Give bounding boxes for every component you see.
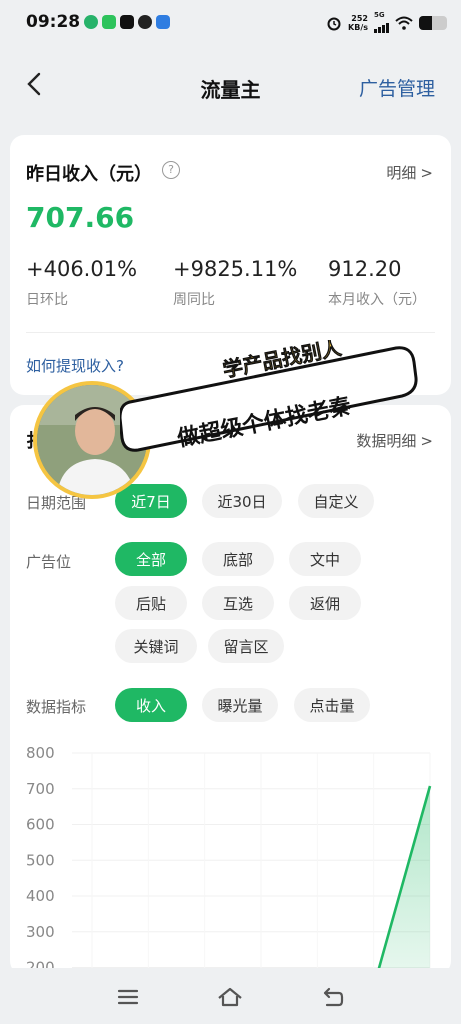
home-button[interactable] — [215, 982, 245, 1012]
chip-slot-mutual[interactable]: 互选 — [202, 586, 274, 620]
promo-banner: 做超级个体找老秦 学产品找别人 — [120, 340, 418, 452]
income-amount: 707.66 — [26, 201, 135, 234]
cell-signal-icon: 5G — [374, 12, 389, 33]
ad-slot-label: 广告位 — [26, 553, 72, 571]
battery-icon — [419, 15, 447, 30]
chip-metric-impressions[interactable]: 曝光量 — [202, 688, 278, 722]
return-icon — [323, 987, 344, 1007]
stat-week-over-week: +9825.11% 周同比 — [173, 257, 298, 308]
ad-management-link[interactable]: 广告管理 — [359, 74, 435, 101]
alarm-icon — [327, 17, 341, 30]
y-tick-label: 400 — [26, 887, 55, 905]
chip-date-7d[interactable]: 近7日 — [115, 484, 187, 518]
qq-icon — [138, 15, 152, 29]
tiktok-icon — [120, 15, 134, 29]
status-right: 252 KB/s 5G — [326, 12, 447, 33]
notification-icons — [84, 15, 170, 29]
withdraw-help-link[interactable]: 如何提现收入? — [26, 355, 124, 376]
chip-metric-income[interactable]: 收入 — [115, 688, 187, 722]
status-time: 09:28 — [26, 12, 81, 32]
chevron-right-icon: > — [420, 164, 433, 182]
net-speed: 252 KB/s — [348, 13, 368, 32]
y-tick-label: 800 — [26, 744, 55, 762]
help-icon[interactable]: ? — [162, 161, 180, 179]
menu-button[interactable] — [113, 982, 143, 1012]
metric-label: 数据指标 — [26, 698, 87, 716]
nav-bar: 流量主 广告管理 — [0, 58, 461, 112]
income-detail-link[interactable]: 明细 > — [386, 162, 433, 183]
wifi-icon — [395, 16, 413, 30]
y-tick-label: 700 — [26, 780, 55, 798]
chip-slot-inline[interactable]: 文中 — [289, 542, 361, 576]
divider — [26, 332, 435, 333]
system-nav-bar — [0, 968, 461, 1024]
stat-month-income: 912.20 本月收入（元） — [328, 257, 426, 308]
chip-date-custom[interactable]: 自定义 — [298, 484, 374, 518]
income-title: 昨日收入（元） — [26, 164, 152, 185]
status-bar: 09:28 252 KB/s 5G — [0, 0, 461, 48]
back-nav-button[interactable] — [318, 982, 348, 1012]
wechat-icon — [102, 15, 116, 29]
home-icon — [218, 987, 242, 1007]
wechat-work-icon — [84, 15, 98, 29]
chip-slot-comments[interactable]: 留言区 — [208, 629, 284, 663]
chip-slot-rebate[interactable]: 返佣 — [289, 586, 361, 620]
chevron-right-icon: > — [420, 432, 433, 450]
chip-metric-clicks[interactable]: 点击量 — [294, 688, 370, 722]
chip-slot-all[interactable]: 全部 — [115, 542, 187, 576]
chip-slot-post[interactable]: 后贴 — [115, 586, 187, 620]
y-tick-label: 300 — [26, 923, 55, 941]
chip-date-30d[interactable]: 近30日 — [202, 484, 282, 518]
chip-slot-keyword[interactable]: 关键词 — [115, 629, 197, 663]
income-chart: 800700600500400300200100 — [26, 744, 432, 975]
chip-slot-bottom[interactable]: 底部 — [202, 542, 274, 576]
y-tick-label: 600 — [26, 816, 55, 834]
stat-day-over-day: +406.01% 日环比 — [26, 257, 138, 308]
y-tick-label: 500 — [26, 851, 55, 869]
menu-icon — [117, 989, 139, 1005]
browser-icon — [156, 15, 170, 29]
